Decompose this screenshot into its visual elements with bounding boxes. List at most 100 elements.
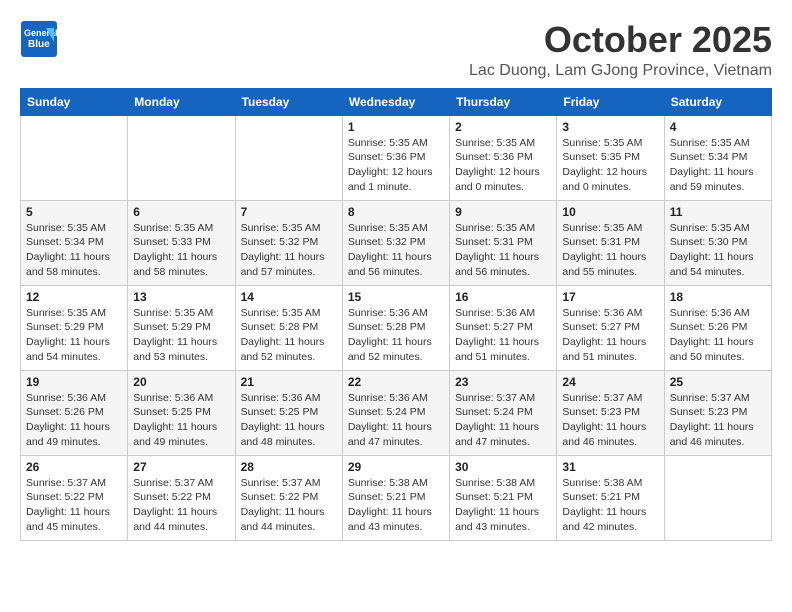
day-number: 15 [348,290,444,304]
day-info: Sunrise: 5:35 AMSunset: 5:30 PMDaylight:… [670,221,766,280]
day-info: Sunrise: 5:35 AMSunset: 5:34 PMDaylight:… [670,136,766,195]
logo-area: General Blue [20,20,58,58]
calendar-cell: 31 Sunrise: 5:38 AMSunset: 5:21 PMDayligh… [557,455,664,540]
day-number: 1 [348,120,444,134]
day-info: Sunrise: 5:37 AMSunset: 5:23 PMDaylight:… [670,391,766,450]
day-number: 23 [455,375,551,389]
logo-wrapper: General Blue [20,20,58,58]
day-info: Sunrise: 5:37 AMSunset: 5:22 PMDaylight:… [133,476,229,535]
month-title: October 2025 [469,20,772,60]
day-info: Sunrise: 5:36 AMSunset: 5:25 PMDaylight:… [241,391,337,450]
day-number: 17 [562,290,658,304]
day-number: 5 [26,205,122,219]
day-number: 29 [348,460,444,474]
calendar-cell: 27 Sunrise: 5:37 AMSunset: 5:22 PMDayligh… [128,455,235,540]
day-number: 11 [670,205,766,219]
day-number: 6 [133,205,229,219]
day-info: Sunrise: 5:38 AMSunset: 5:21 PMDaylight:… [562,476,658,535]
day-info: Sunrise: 5:36 AMSunset: 5:25 PMDaylight:… [133,391,229,450]
calendar-cell [235,115,342,200]
page-container: General Blue October 2025 Lac Duong, Lam… [20,20,772,541]
calendar-cell: 10 Sunrise: 5:35 AMSunset: 5:31 PMDayligh… [557,200,664,285]
calendar-cell [21,115,128,200]
calendar-cell: 5 Sunrise: 5:35 AMSunset: 5:34 PMDaylight… [21,200,128,285]
calendar-cell [664,455,771,540]
col-tuesday: Tuesday [235,88,342,115]
calendar-week-1: 1 Sunrise: 5:35 AMSunset: 5:36 PMDaylight… [21,115,772,200]
day-info: Sunrise: 5:37 AMSunset: 5:22 PMDaylight:… [26,476,122,535]
day-number: 9 [455,205,551,219]
general-blue-icon: General Blue [20,20,58,58]
calendar-cell: 9 Sunrise: 5:35 AMSunset: 5:31 PMDaylight… [450,200,557,285]
day-number: 25 [670,375,766,389]
day-number: 7 [241,205,337,219]
day-number: 3 [562,120,658,134]
calendar-cell: 26Sunrise: 5:37 AMSunset: 5:22 PMDayligh… [21,455,128,540]
day-info: Sunrise: 5:35 AMSunset: 5:28 PMDaylight:… [241,306,337,365]
calendar-week-4: 19Sunrise: 5:36 AMSunset: 5:26 PMDayligh… [21,370,772,455]
calendar-cell [128,115,235,200]
calendar-week-2: 5 Sunrise: 5:35 AMSunset: 5:34 PMDaylight… [21,200,772,285]
day-info: Sunrise: 5:36 AMSunset: 5:27 PMDaylight:… [562,306,658,365]
day-info: Sunrise: 5:36 AMSunset: 5:26 PMDaylight:… [26,391,122,450]
day-number: 8 [348,205,444,219]
col-wednesday: Wednesday [342,88,449,115]
day-number: 16 [455,290,551,304]
day-number: 31 [562,460,658,474]
header-row: Sunday Monday Tuesday Wednesday Thursday… [21,88,772,115]
day-number: 27 [133,460,229,474]
col-sunday: Sunday [21,88,128,115]
svg-text:Blue: Blue [28,39,50,50]
day-number: 10 [562,205,658,219]
day-info: Sunrise: 5:35 AMSunset: 5:29 PMDaylight:… [133,306,229,365]
day-info: Sunrise: 5:37 AMSunset: 5:24 PMDaylight:… [455,391,551,450]
day-info: Sunrise: 5:35 AMSunset: 5:29 PMDaylight:… [26,306,122,365]
day-info: Sunrise: 5:35 AMSunset: 5:36 PMDaylight:… [348,136,444,195]
col-thursday: Thursday [450,88,557,115]
calendar-cell: 16Sunrise: 5:36 AMSunset: 5:27 PMDayligh… [450,285,557,370]
calendar-cell: 30 Sunrise: 5:38 AMSunset: 5:21 PMDayligh… [450,455,557,540]
day-number: 30 [455,460,551,474]
day-info: Sunrise: 5:35 AMSunset: 5:36 PMDaylight:… [455,136,551,195]
calendar-cell: 17 Sunrise: 5:36 AMSunset: 5:27 PMDayligh… [557,285,664,370]
day-info: Sunrise: 5:36 AMSunset: 5:24 PMDaylight:… [348,391,444,450]
day-info: Sunrise: 5:35 AMSunset: 5:31 PMDaylight:… [455,221,551,280]
day-info: Sunrise: 5:36 AMSunset: 5:26 PMDaylight:… [670,306,766,365]
calendar-week-5: 26Sunrise: 5:37 AMSunset: 5:22 PMDayligh… [21,455,772,540]
day-number: 14 [241,290,337,304]
day-info: Sunrise: 5:37 AMSunset: 5:23 PMDaylight:… [562,391,658,450]
calendar-cell: 12Sunrise: 5:35 AMSunset: 5:29 PMDayligh… [21,285,128,370]
calendar-cell: 22 Sunrise: 5:36 AMSunset: 5:24 PMDayligh… [342,370,449,455]
calendar-cell: 19Sunrise: 5:36 AMSunset: 5:26 PMDayligh… [21,370,128,455]
calendar-cell: 18 Sunrise: 5:36 AMSunset: 5:26 PMDayligh… [664,285,771,370]
calendar-cell: 2Sunrise: 5:35 AMSunset: 5:36 PMDaylight… [450,115,557,200]
calendar-cell: 8 Sunrise: 5:35 AMSunset: 5:32 PMDaylight… [342,200,449,285]
calendar-cell: 3Sunrise: 5:35 AMSunset: 5:35 PMDaylight… [557,115,664,200]
calendar-cell: 13 Sunrise: 5:35 AMSunset: 5:29 PMDayligh… [128,285,235,370]
calendar-cell: 1 Sunrise: 5:35 AMSunset: 5:36 PMDaylight… [342,115,449,200]
day-number: 13 [133,290,229,304]
day-info: Sunrise: 5:35 AMSunset: 5:31 PMDaylight:… [562,221,658,280]
col-monday: Monday [128,88,235,115]
day-number: 18 [670,290,766,304]
calendar-table: Sunday Monday Tuesday Wednesday Thursday… [20,88,772,541]
day-info: Sunrise: 5:35 AMSunset: 5:32 PMDaylight:… [241,221,337,280]
calendar-week-3: 12Sunrise: 5:35 AMSunset: 5:29 PMDayligh… [21,285,772,370]
col-saturday: Saturday [664,88,771,115]
day-info: Sunrise: 5:38 AMSunset: 5:21 PMDaylight:… [455,476,551,535]
day-number: 28 [241,460,337,474]
day-number: 22 [348,375,444,389]
calendar-cell: 6Sunrise: 5:35 AMSunset: 5:33 PMDaylight… [128,200,235,285]
calendar-cell: 21Sunrise: 5:36 AMSunset: 5:25 PMDayligh… [235,370,342,455]
calendar-cell: 7 Sunrise: 5:35 AMSunset: 5:32 PMDaylight… [235,200,342,285]
calendar-cell: 4Sunrise: 5:35 AMSunset: 5:34 PMDaylight… [664,115,771,200]
calendar-cell: 24Sunrise: 5:37 AMSunset: 5:23 PMDayligh… [557,370,664,455]
title-area: October 2025 Lac Duong, Lam GJong Provin… [469,20,772,80]
calendar-cell: 11 Sunrise: 5:35 AMSunset: 5:30 PMDayligh… [664,200,771,285]
calendar-cell: 15 Sunrise: 5:36 AMSunset: 5:28 PMDayligh… [342,285,449,370]
day-info: Sunrise: 5:35 AMSunset: 5:34 PMDaylight:… [26,221,122,280]
day-number: 20 [133,375,229,389]
day-info: Sunrise: 5:35 AMSunset: 5:32 PMDaylight:… [348,221,444,280]
calendar-cell: 29Sunrise: 5:38 AMSunset: 5:21 PMDayligh… [342,455,449,540]
day-info: Sunrise: 5:36 AMSunset: 5:28 PMDaylight:… [348,306,444,365]
